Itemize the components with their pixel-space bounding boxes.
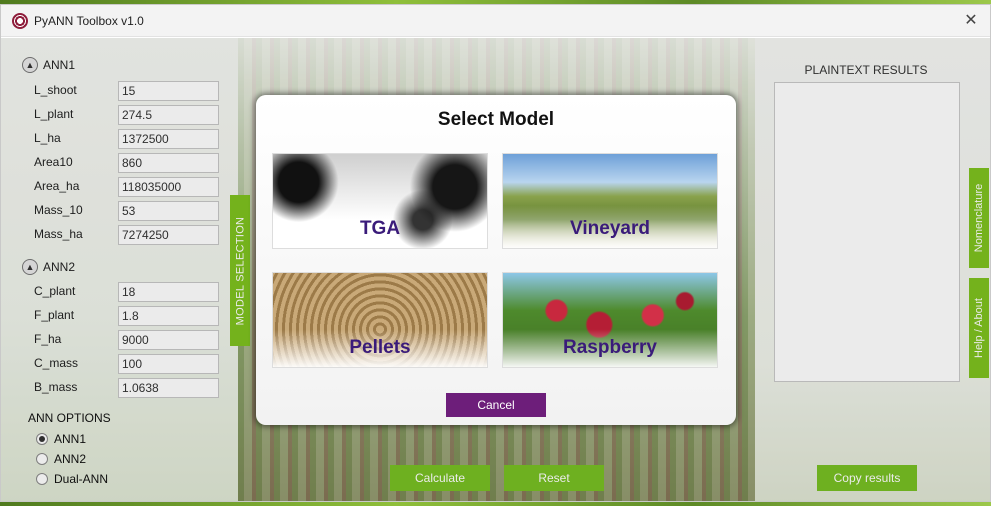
select-model-dialog: Select Model TGA Vineyard Pellets Raspbe…	[256, 95, 736, 425]
dialog-title: Select Model	[437, 109, 555, 130]
main-content: ▲ ANN1 L_shoot L_plant L_ha Area10 Area_…	[1, 38, 990, 501]
model-card-pellets[interactable]: Pellets	[272, 272, 488, 368]
card-label: TGA	[359, 218, 401, 239]
card-label: Pellets	[349, 337, 411, 358]
model-card-raspberry[interactable]: Raspberry	[502, 272, 718, 368]
model-card-tga[interactable]: TGA	[272, 153, 488, 249]
close-icon[interactable]: ✕	[962, 12, 980, 30]
cancel-button[interactable]: Cancel	[446, 393, 546, 417]
app-window: PyANN Toolbox v1.0 ✕ ▲ ANN1 L_shoot L_pl…	[0, 4, 991, 502]
model-card-vineyard[interactable]: Vineyard	[502, 153, 718, 249]
window-title: PyANN Toolbox v1.0	[34, 13, 144, 28]
card-label: Raspberry	[563, 337, 657, 358]
app-logo-icon	[12, 12, 28, 29]
title-bar: PyANN Toolbox v1.0 ✕	[1, 5, 990, 37]
card-label: Vineyard	[570, 218, 650, 239]
